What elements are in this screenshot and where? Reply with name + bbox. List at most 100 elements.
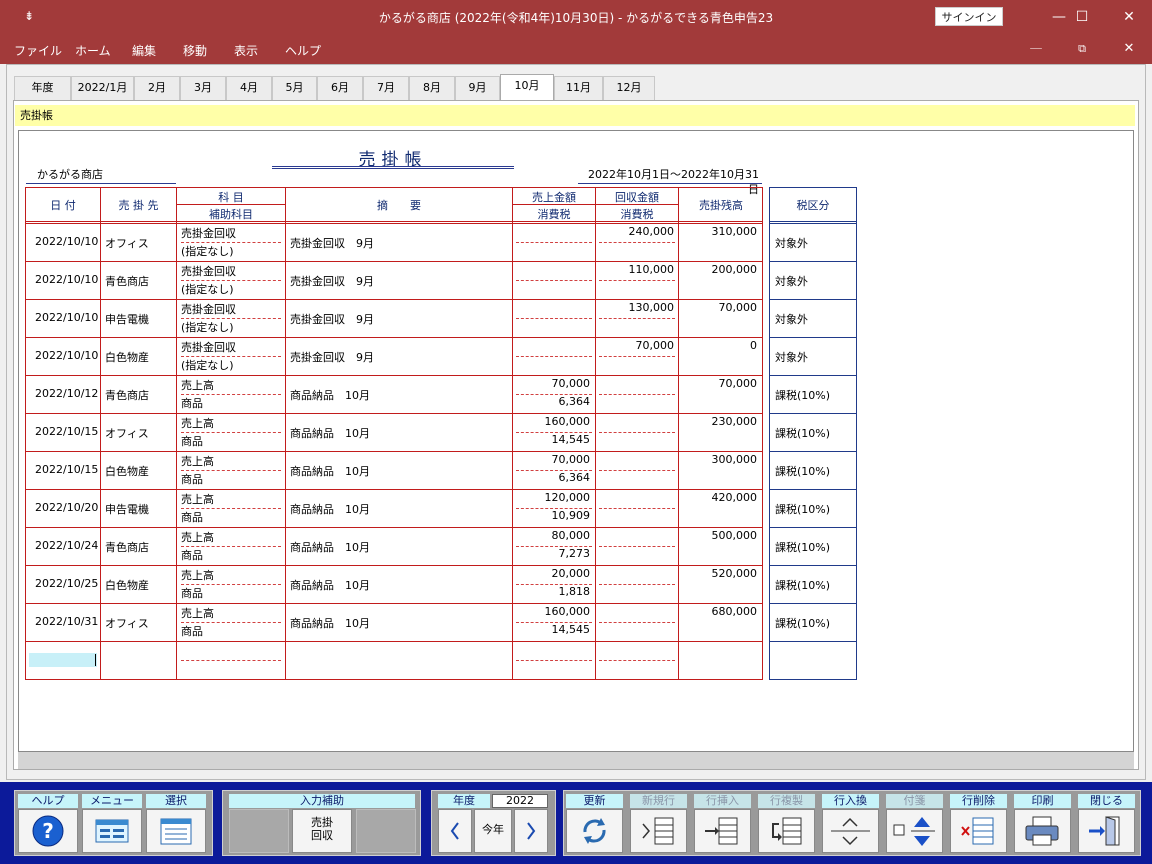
menu-move[interactable]: 移動 — [183, 42, 207, 59]
help-button[interactable]: ? — [18, 809, 78, 853]
tax-class-cell[interactable]: 対象外 — [775, 311, 808, 327]
next-year-button[interactable] — [514, 809, 548, 853]
sales-cell[interactable]: 80,000 — [515, 529, 591, 542]
doc-minimize-icon[interactable]: — — [1013, 34, 1059, 64]
sales-cell[interactable]: 160,000 — [515, 605, 591, 618]
prev-year-button[interactable] — [438, 809, 472, 853]
customer-cell[interactable]: 白色物産 — [105, 463, 149, 479]
date-cell[interactable]: 2022/10/24 — [35, 539, 98, 552]
tax-class-cell[interactable]: 課税(10%) — [775, 425, 830, 441]
tab-sep[interactable]: 9月 — [455, 76, 500, 100]
delete-row-button[interactable] — [950, 809, 1007, 853]
sales-tax-cell[interactable]: 10,909 — [515, 509, 591, 522]
date-cell[interactable]: 2022/10/10 — [35, 273, 98, 286]
sales-tax-cell[interactable]: 6,364 — [515, 395, 591, 408]
sub-account-cell[interactable]: (指定なし) — [181, 281, 234, 297]
sales-cell[interactable]: 70,000 — [515, 377, 591, 390]
summary-cell[interactable]: 商品納品 10月 — [290, 387, 370, 403]
account-cell[interactable]: 売掛金回収 — [181, 225, 236, 241]
sales-tax-cell[interactable]: 14,545 — [515, 433, 591, 446]
date-cell[interactable]: 2022/10/12 — [35, 387, 98, 400]
sub-account-cell[interactable]: 商品 — [181, 395, 203, 411]
sub-account-cell[interactable]: 商品 — [181, 585, 203, 601]
customer-cell[interactable]: オフィス — [105, 235, 149, 251]
sales-cell[interactable]: 20,000 — [515, 567, 591, 580]
customer-cell[interactable]: 青色商店 — [105, 387, 149, 403]
copy-row-button[interactable] — [758, 809, 815, 853]
insert-row-button[interactable] — [694, 809, 751, 853]
doc-close-icon[interactable]: ✕ — [1106, 34, 1152, 64]
menu-edit[interactable]: 編集 — [132, 42, 156, 59]
signin-button[interactable]: サインイン — [935, 7, 1003, 26]
year-field[interactable]: 2022 — [492, 794, 548, 808]
sales-cell[interactable]: 120,000 — [515, 491, 591, 504]
account-cell[interactable]: 売上高 — [181, 567, 214, 583]
tab-aug[interactable]: 8月 — [409, 76, 455, 100]
account-cell[interactable]: 売掛金回収 — [181, 301, 236, 317]
summary-cell[interactable]: 商品納品 10月 — [290, 539, 370, 555]
new-row-date-input[interactable] — [29, 653, 97, 667]
sub-account-cell[interactable]: (指定なし) — [181, 319, 234, 335]
customer-cell[interactable]: 青色商店 — [105, 539, 149, 555]
tax-class-cell[interactable]: 課税(10%) — [775, 501, 830, 517]
tab-feb[interactable]: 2月 — [134, 76, 180, 100]
account-cell[interactable]: 売上高 — [181, 605, 214, 621]
summary-cell[interactable]: 商品納品 10月 — [290, 425, 370, 441]
customer-cell[interactable]: 白色物産 — [105, 577, 149, 593]
account-cell[interactable]: 売上高 — [181, 529, 214, 545]
tax-class-cell[interactable]: 対象外 — [775, 349, 808, 365]
menu-view[interactable]: 表示 — [234, 42, 258, 59]
sales-cell[interactable]: 70,000 — [515, 453, 591, 466]
summary-cell[interactable]: 商品納品 10月 — [290, 615, 370, 631]
doc-restore-icon[interactable]: ⧉ — [1059, 34, 1105, 64]
summary-cell[interactable]: 売掛金回収 9月 — [290, 311, 374, 327]
tax-class-cell[interactable]: 課税(10%) — [775, 463, 830, 479]
horizontal-scrollbar[interactable] — [18, 752, 1134, 769]
select-button[interactable] — [146, 809, 206, 853]
account-cell[interactable]: 売上高 — [181, 377, 214, 393]
tab-nov[interactable]: 11月 — [554, 76, 603, 100]
summary-cell[interactable]: 売掛金回収 9月 — [290, 273, 374, 289]
swap-rows-button[interactable] — [822, 809, 879, 853]
summary-cell[interactable]: 売掛金回収 9月 — [290, 349, 374, 365]
menu-button[interactable] — [82, 809, 142, 853]
summary-cell[interactable]: 売掛金回収 9月 — [290, 235, 374, 251]
maximize-icon[interactable]: ☐ — [1059, 0, 1105, 34]
summary-cell[interactable]: 商品納品 10月 — [290, 501, 370, 517]
date-cell[interactable]: 2022/10/15 — [35, 463, 98, 476]
close-icon[interactable]: ✕ — [1106, 0, 1152, 34]
update-button[interactable] — [566, 809, 623, 853]
account-cell[interactable]: 売上高 — [181, 415, 214, 431]
tax-class-cell[interactable]: 課税(10%) — [775, 387, 830, 403]
new-row-button[interactable] — [630, 809, 687, 853]
sales-tax-cell[interactable]: 1,818 — [515, 585, 591, 598]
sticky-button[interactable] — [886, 809, 943, 853]
collect-cell[interactable]: 70,000 — [598, 339, 675, 352]
tax-class-cell[interactable]: 課税(10%) — [775, 539, 830, 555]
print-button[interactable] — [1014, 809, 1071, 853]
sales-tax-cell[interactable]: 7,273 — [515, 547, 591, 560]
tab-year[interactable]: 年度 — [14, 76, 71, 100]
tax-class-cell[interactable]: 課税(10%) — [775, 577, 830, 593]
account-cell[interactable]: 売上高 — [181, 453, 214, 469]
tab-dec[interactable]: 12月 — [603, 76, 655, 100]
sub-account-cell[interactable]: 商品 — [181, 433, 203, 449]
tab-jun[interactable]: 6月 — [317, 76, 363, 100]
tab-apr[interactable]: 4月 — [226, 76, 272, 100]
summary-cell[interactable]: 商品納品 10月 — [290, 577, 370, 593]
sub-account-cell[interactable]: 商品 — [181, 547, 203, 563]
sub-account-cell[interactable]: 商品 — [181, 623, 203, 639]
account-cell[interactable]: 売掛金回収 — [181, 339, 236, 355]
customer-cell[interactable]: オフィス — [105, 615, 149, 631]
tax-class-cell[interactable]: 課税(10%) — [775, 615, 830, 631]
summary-cell[interactable]: 商品納品 10月 — [290, 463, 370, 479]
sub-account-cell[interactable]: 商品 — [181, 471, 203, 487]
sales-tax-cell[interactable]: 6,364 — [515, 471, 591, 484]
customer-cell[interactable]: 白色物産 — [105, 349, 149, 365]
menu-file[interactable]: ファイル — [14, 42, 62, 59]
sub-account-cell[interactable]: (指定なし) — [181, 357, 234, 373]
date-cell[interactable]: 2022/10/20 — [35, 501, 98, 514]
customer-cell[interactable]: オフィス — [105, 425, 149, 441]
sub-account-cell[interactable]: 商品 — [181, 509, 203, 525]
sub-account-cell[interactable]: (指定なし) — [181, 243, 234, 259]
